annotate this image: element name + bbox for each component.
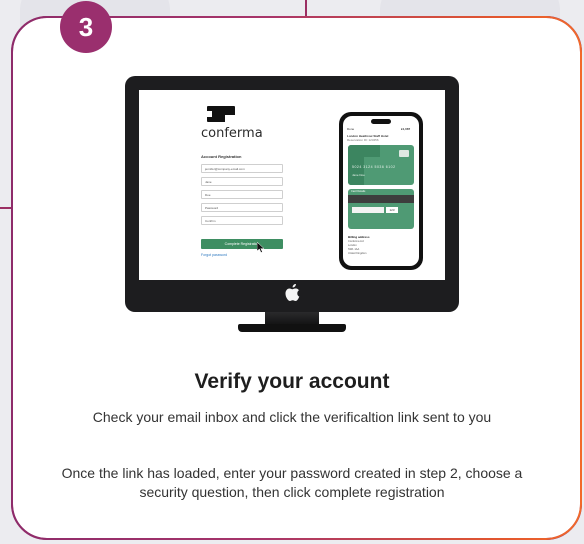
phone-amount: £1,087 [401, 127, 411, 131]
card-pattern [364, 145, 380, 157]
step-heading: Verify your account [194, 370, 390, 393]
virtual-card-front: 5024 3124 5036 6102 Jane Doe [348, 145, 414, 185]
billing-line: United Kingdom [348, 252, 367, 255]
monitor-mockup: conferma Account Registration jennifer@c… [125, 76, 459, 312]
phone-account-subtitle: Reservation ID: 123456 [347, 138, 379, 142]
complete-registration-button[interactable]: Complete Registration [201, 239, 283, 249]
form-title: Account Registration [201, 154, 242, 159]
billing-line: SW1 1AA [348, 248, 360, 251]
card-number: 5024 3124 5036 6102 [352, 165, 396, 169]
conferma-logo-icon [207, 106, 235, 122]
signature-strip [352, 207, 384, 213]
step-number-badge: 3 [60, 1, 112, 53]
apple-logo-icon [285, 284, 300, 302]
phone-screen: Done £1,087 London Heathrow Staff Hotel … [343, 116, 419, 266]
card-holder-name: Jane Doe [352, 173, 365, 177]
last-name-field[interactable]: Doe [201, 190, 283, 199]
billing-line: Conferma Ltd [348, 240, 364, 243]
virtual-card-back: Card Details 123 [348, 189, 414, 229]
first-name-field[interactable]: Jane [201, 177, 283, 186]
billing-line: London [348, 244, 357, 247]
card-cvv: 123 [386, 207, 398, 213]
confirm-password-field[interactable]: Confirm [201, 216, 283, 225]
card-details-title: Card Details [351, 190, 366, 193]
card-chip-icon [399, 150, 409, 157]
phone-notch [371, 119, 391, 124]
phone-mockup: Done £1,087 London Heathrow Staff Hotel … [339, 112, 423, 270]
phone-done-link[interactable]: Done [347, 127, 354, 131]
forgot-password-link[interactable]: Forgot password [201, 253, 227, 257]
billing-title: Billing address [348, 235, 370, 239]
mouse-cursor-icon [257, 242, 265, 253]
monitor-stand-base [238, 324, 346, 332]
brand-name: conferma [201, 126, 263, 141]
connector-line [305, 0, 307, 16]
step-description: Check your email inbox and click the ver… [92, 409, 492, 425]
password-field[interactable]: Password [201, 203, 283, 212]
step-instructions: Once the link has loaded, enter your pas… [61, 465, 523, 500]
magnetic-strip [348, 195, 414, 203]
monitor-screen: conferma Account Registration jennifer@c… [139, 90, 445, 280]
email-field[interactable]: jennifer@company-email.com [201, 164, 283, 173]
